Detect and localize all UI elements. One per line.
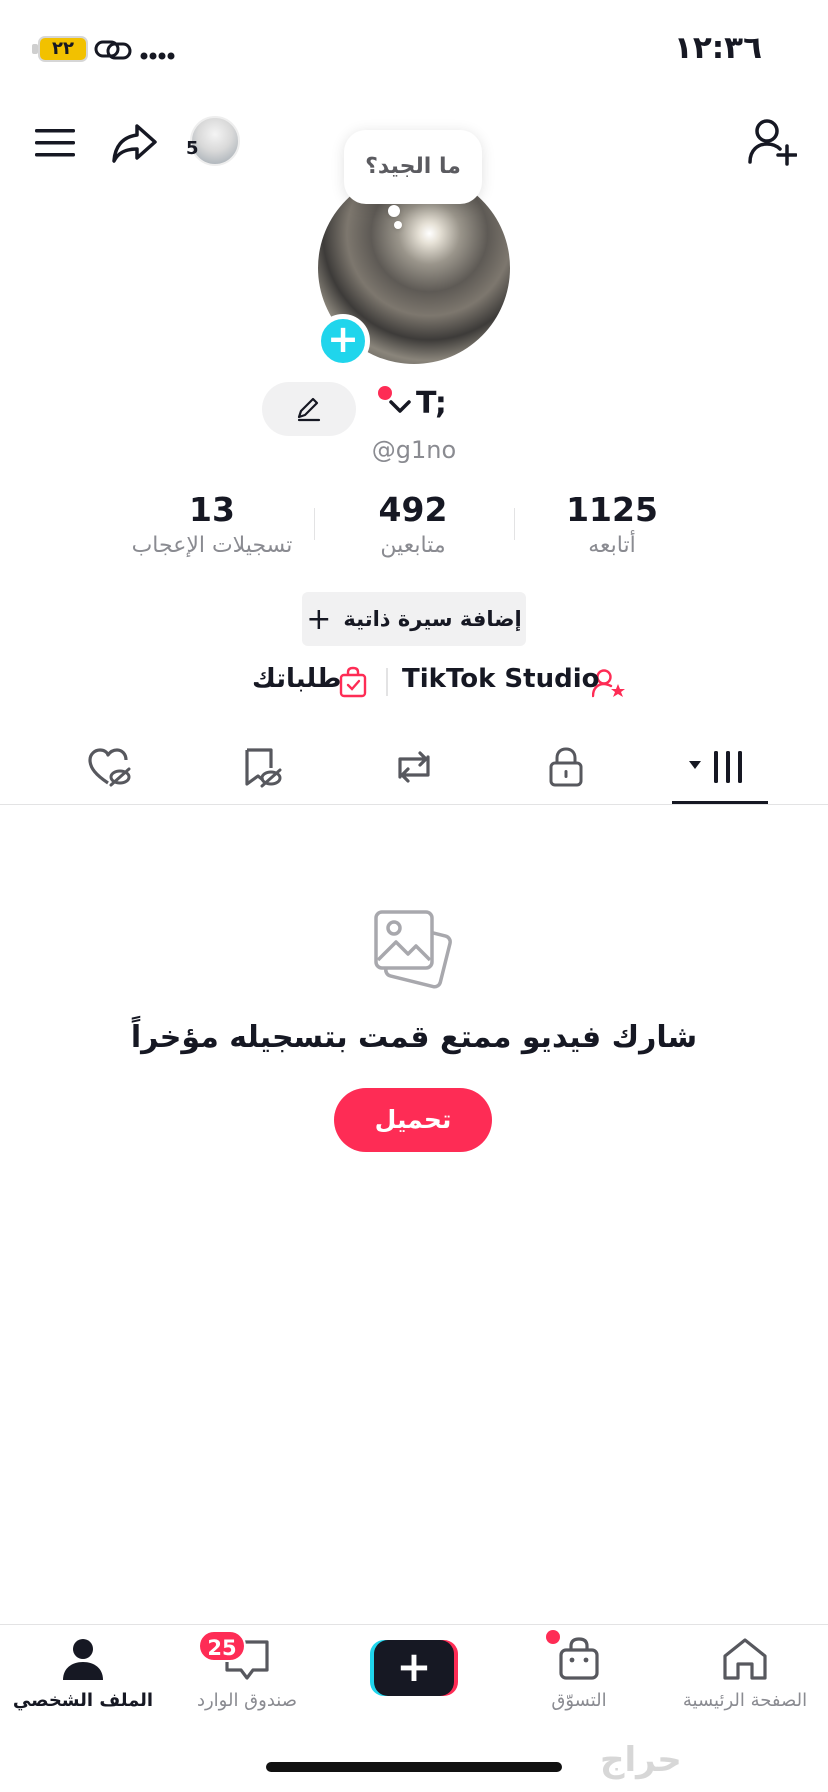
add-friend-button[interactable] (744, 114, 800, 170)
add-user-icon (748, 119, 797, 166)
profile-person-icon (63, 1639, 103, 1680)
shop-notification-dot (546, 1630, 560, 1644)
nav-inbox-label: صندوق الوارد (196, 1690, 298, 1711)
tab-favorites[interactable] (232, 740, 292, 794)
shop-bag-icon (559, 1637, 599, 1680)
stat-followers[interactable]: 492 متابعين (313, 490, 513, 558)
stat-value: 13 (189, 490, 235, 529)
stat-value: 1125 (566, 490, 658, 529)
link-icon (94, 40, 132, 60)
nav-shop-label: التسوّق (551, 1690, 607, 1711)
watermark-logo: حراج (600, 1740, 682, 1780)
nav-shop[interactable]: التسوّق (496, 1636, 662, 1711)
story-count: 5 (186, 138, 199, 159)
status-bubble[interactable]: ما الجيد؟ (344, 130, 482, 204)
nav-inbox[interactable]: صندوق الوارد (164, 1636, 330, 1711)
nav-home[interactable]: الصفحة الرئيسية (662, 1636, 828, 1711)
stat-divider (514, 508, 515, 540)
home-icon (723, 1638, 767, 1680)
hamburger-icon (35, 129, 75, 157)
share-arrow-icon (112, 124, 157, 163)
add-bio-button[interactable]: إضافة سيرة ذاتية + (302, 592, 526, 646)
tab-private[interactable] (536, 740, 596, 794)
battery-indicator: ٢٢ (38, 36, 88, 62)
home-indicator[interactable] (266, 1762, 562, 1772)
link-divider (386, 668, 388, 696)
create-button[interactable]: + (370, 1640, 458, 1696)
bubble-tail-dot (388, 205, 400, 217)
inbox-badge: 25 (198, 1630, 246, 1662)
chevron-down-icon[interactable] (388, 398, 412, 416)
status-time: ١٢:٣٦ (673, 30, 762, 66)
shopping-bag-icon (339, 666, 367, 698)
tab-liked[interactable] (80, 740, 140, 794)
empty-state-title: شارك فيديو ممتع قمت بتسجيله مؤخراً (130, 1020, 698, 1055)
stat-divider (314, 508, 315, 540)
tab-videos[interactable] (680, 740, 760, 794)
stat-label: تسجيلات الإعجاب (131, 533, 293, 558)
edit-profile-button[interactable] (262, 382, 356, 436)
bookmark-hidden-icon (245, 748, 282, 788)
heart-hidden-icon (88, 748, 131, 787)
plus-icon: + (306, 601, 332, 637)
signal-icon (140, 52, 175, 60)
nav-divider (0, 1624, 828, 1625)
stat-value: 492 (378, 490, 448, 529)
menu-button[interactable] (30, 118, 80, 168)
upload-button[interactable]: تحميل (334, 1088, 492, 1152)
bubble-tail-dot-small (394, 221, 402, 229)
nav-home-label: الصفحة الرئيسية (682, 1690, 808, 1711)
pencil-icon (297, 397, 321, 422)
repost-icon (398, 751, 430, 783)
lock-icon (549, 747, 583, 787)
stat-following[interactable]: 1125 أتابعه (512, 490, 712, 558)
nav-profile[interactable]: الملف الشخصي (0, 1636, 166, 1711)
stat-label: متابعين (380, 533, 446, 558)
tabbar-divider (0, 804, 828, 805)
profile-name[interactable]: T; (416, 386, 447, 421)
plus-icon: + (374, 1640, 454, 1696)
share-button[interactable] (108, 116, 162, 170)
add-bio-label: إضافة سيرة ذاتية (343, 607, 522, 631)
stat-likes[interactable]: 13 تسجيلات الإعجاب (112, 490, 312, 558)
stat-label: أتابعه (588, 533, 636, 558)
add-story-button[interactable]: + (316, 314, 370, 368)
tiktok-studio-link[interactable]: TikTok Studio (402, 664, 599, 694)
profile-handle: @g1no (371, 436, 457, 464)
nav-profile-label: الملف الشخصي (12, 1690, 154, 1711)
video-grid-icon (689, 751, 742, 783)
tab-reposts[interactable] (384, 740, 444, 794)
orders-link[interactable]: طلباتك (252, 664, 341, 694)
photos-icon (374, 910, 452, 989)
